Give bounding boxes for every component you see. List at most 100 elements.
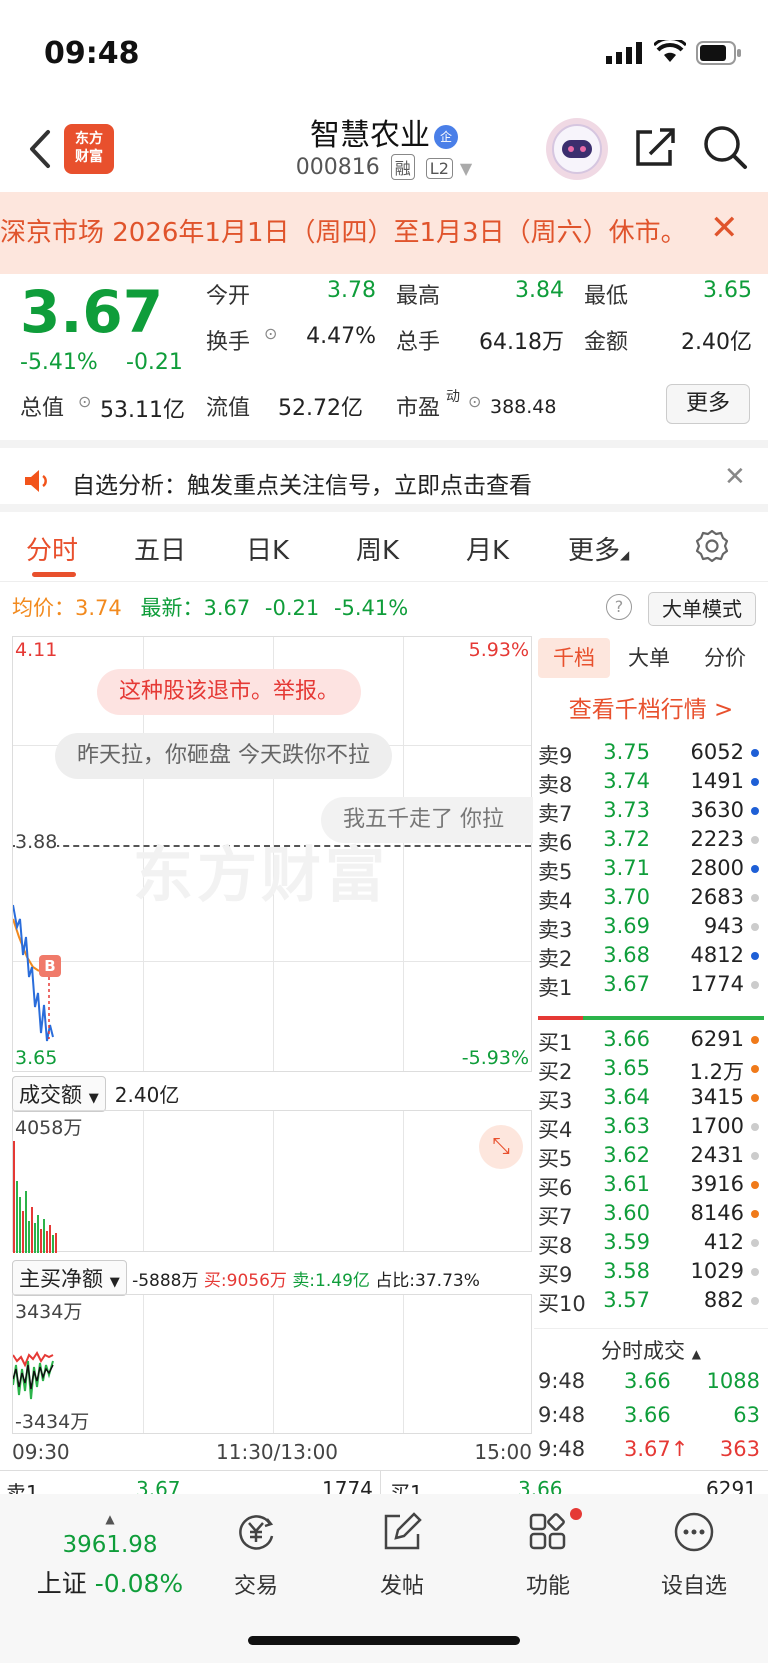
- volume-chart[interactable]: 4058万 ⤡: [12, 1110, 532, 1253]
- netflow-selector-label: 主买净额: [19, 1267, 103, 1291]
- tab-intraday[interactable]: 分时: [26, 530, 78, 567]
- order-dot-icon: [751, 894, 759, 902]
- sell-level-row[interactable]: 卖3 3.69 943: [534, 914, 768, 944]
- order-dot-icon: [751, 981, 759, 989]
- view-depth-link[interactable]: 查看千档行情 >: [534, 690, 768, 724]
- high-value: 3.84: [515, 278, 564, 303]
- buy-marker[interactable]: B: [39, 955, 61, 977]
- sell-level-row[interactable]: 卖5 3.71 2800: [534, 856, 768, 886]
- nav-functions-label: 功能: [525, 1574, 570, 1599]
- level-price: 3.70: [603, 885, 650, 909]
- tab-daily-k[interactable]: 日K: [246, 530, 289, 567]
- tab-price-distribution[interactable]: 分价: [704, 642, 746, 672]
- sell-level-row[interactable]: 卖2 3.68 4812: [534, 943, 768, 973]
- status-time: 09:48: [44, 36, 140, 71]
- analysis-banner[interactable]: 自选分析：触发重点关注信号，立即点击查看 ✕: [0, 440, 768, 512]
- mktcap-label: 总值: [20, 396, 65, 421]
- level-price: 3.65: [603, 1056, 650, 1080]
- time-axis-end: 15:00: [474, 1440, 532, 1464]
- sell-level-row[interactable]: 卖4 3.70 2683: [534, 885, 768, 915]
- stock-header: 智慧农业企 000816 融 L2 ▼ 东方 财富: [0, 110, 768, 192]
- tab-depth[interactable]: 千档: [538, 638, 610, 678]
- tab-big-orders[interactable]: 大单: [628, 642, 670, 672]
- buy-level-row[interactable]: 买2 3.65 1.2万: [534, 1056, 768, 1086]
- level-label: 买6: [538, 1176, 573, 1200]
- danmaku-comment[interactable]: 这种股该退市。举报。: [97, 669, 362, 715]
- volume-selector-label: 成交额: [19, 1083, 82, 1107]
- level-price: 3.74: [603, 769, 650, 793]
- expand-icon[interactable]: ⤡: [479, 1125, 523, 1169]
- big-order-mode-button[interactable]: 大单模式: [648, 592, 756, 626]
- turnover-info-icon[interactable]: ⊙: [264, 324, 277, 343]
- danmaku-comment[interactable]: 昨天拉，你砸盘 今天跌你不拉: [55, 733, 392, 779]
- level-volume: 1774: [690, 972, 744, 996]
- margin-tag: 融: [390, 154, 415, 180]
- level-volume: 1.2万: [689, 1060, 744, 1084]
- level-label: 卖2: [538, 947, 573, 971]
- latest-value: 3.67: [203, 596, 251, 620]
- netflow-plot: [13, 1351, 54, 1400]
- level-volume: 6052: [690, 740, 744, 764]
- back-arrow-icon[interactable]: [22, 124, 62, 174]
- sell-level-row[interactable]: 卖7 3.73 3630: [534, 798, 768, 828]
- more-quote-button[interactable]: 更多: [666, 384, 750, 424]
- volume-header: 成交额 ▼ 2.40亿: [12, 1072, 532, 1112]
- tab-five-day[interactable]: 五日: [134, 530, 186, 567]
- trade-price: 3.67↑: [624, 1437, 688, 1461]
- buy-level-row[interactable]: 买8 3.59 412: [534, 1230, 768, 1260]
- help-icon[interactable]: ?: [606, 594, 632, 620]
- buy-level-row[interactable]: 买5 3.62 2431: [534, 1143, 768, 1173]
- tab-weekly-k[interactable]: 周K: [356, 530, 399, 567]
- volume-indicator-select[interactable]: 成交额 ▼: [12, 1076, 106, 1112]
- buy-level-row[interactable]: 买1 3.66 6291: [534, 1027, 768, 1057]
- sell-level-row[interactable]: 卖1 3.67 1774: [534, 972, 768, 1002]
- analysis-close-button[interactable]: ✕: [724, 462, 746, 492]
- nav-add-watchlist[interactable]: 设自选: [644, 1510, 744, 1600]
- netflow-chart[interactable]: 3434万 -3434万: [12, 1294, 532, 1434]
- netflow-indicator-select[interactable]: 主买净额 ▼: [12, 1260, 127, 1296]
- market-closure-notice[interactable]: 深京市场 2026年1月1日（周四）至1月3日（周六）休市。 ✕: [0, 192, 768, 274]
- sell-level-row[interactable]: 卖8 3.74 1491: [534, 769, 768, 799]
- tab-monthly-k[interactable]: 月K: [466, 530, 509, 567]
- notice-text: 深京市场 2026年1月1日（周四）至1月3日（周六）休市。: [0, 218, 687, 248]
- tick-trades-panel[interactable]: 分时成交 ▲ 9:48 3.66 1088 9:48 3.66 63 9:48 3.67↑ 36…: [534, 1328, 768, 1468]
- time-axis: 09:30 11:30/13:00 15:00: [12, 1440, 532, 1468]
- tab-more-label: 更多: [568, 536, 621, 566]
- tick-trades-title[interactable]: 分时成交 ▲: [534, 1335, 768, 1365]
- latest-percent: -5.41%: [333, 596, 409, 620]
- buy-level-row[interactable]: 买7 3.60 8146: [534, 1201, 768, 1231]
- sell-level-row[interactable]: 卖6 3.72 2223: [534, 827, 768, 857]
- gear-icon[interactable]: [694, 528, 730, 564]
- volume-total: 2.40亿: [114, 1083, 180, 1107]
- level-label: 买2: [538, 1060, 573, 1084]
- tab-more[interactable]: 更多◢: [568, 530, 629, 567]
- buy-level-row[interactable]: 买6 3.61 3916: [534, 1172, 768, 1202]
- sell-level-row[interactable]: 卖9 3.75 6052: [534, 740, 768, 770]
- trade-row: 9:48 3.66 63: [534, 1403, 768, 1437]
- dropdown-caret-icon: ▼: [88, 1091, 99, 1106]
- ai-assistant-avatar[interactable]: [546, 118, 608, 180]
- buy-level-row[interactable]: 买4 3.63 1700: [534, 1114, 768, 1144]
- mktcap-value: 53.11亿: [100, 398, 185, 423]
- order-dot-icon: [751, 1239, 759, 1247]
- nav-trade[interactable]: 交易: [206, 1510, 306, 1600]
- nav-post[interactable]: 发帖: [352, 1510, 452, 1600]
- intraday-price-chart[interactable]: 东方财富 4.11 5.93% 3.88 3.65 -5.93% B 这种股该退…: [12, 636, 533, 1072]
- buy-level-row[interactable]: 买3 3.64 3415: [534, 1085, 768, 1115]
- notice-close-button[interactable]: ✕: [710, 208, 739, 248]
- mktcap-info-icon[interactable]: ⊙: [78, 392, 91, 411]
- nav-functions[interactable]: 功能: [498, 1508, 598, 1600]
- buy-level-row[interactable]: 买9 3.58 1029: [534, 1259, 768, 1289]
- order-dot-icon: [751, 952, 759, 960]
- pe-info-icon[interactable]: ⊙: [468, 392, 481, 411]
- search-icon[interactable]: [700, 122, 750, 172]
- danmaku-comment[interactable]: 我五千走了 你拉: [321, 797, 533, 843]
- trade-time: 9:48: [538, 1369, 586, 1393]
- speaker-icon: [25, 470, 47, 492]
- buy-level-row[interactable]: 买10 3.57 882: [534, 1288, 768, 1318]
- edit-post-icon: [384, 1512, 422, 1550]
- nav-add-watchlist-label: 设自选: [660, 1574, 727, 1599]
- share-icon[interactable]: [630, 122, 680, 172]
- dropdown-caret-icon: ▼: [459, 159, 473, 178]
- index-ticker[interactable]: ▲ 3961.98 上证 -0.08%: [30, 1512, 190, 1600]
